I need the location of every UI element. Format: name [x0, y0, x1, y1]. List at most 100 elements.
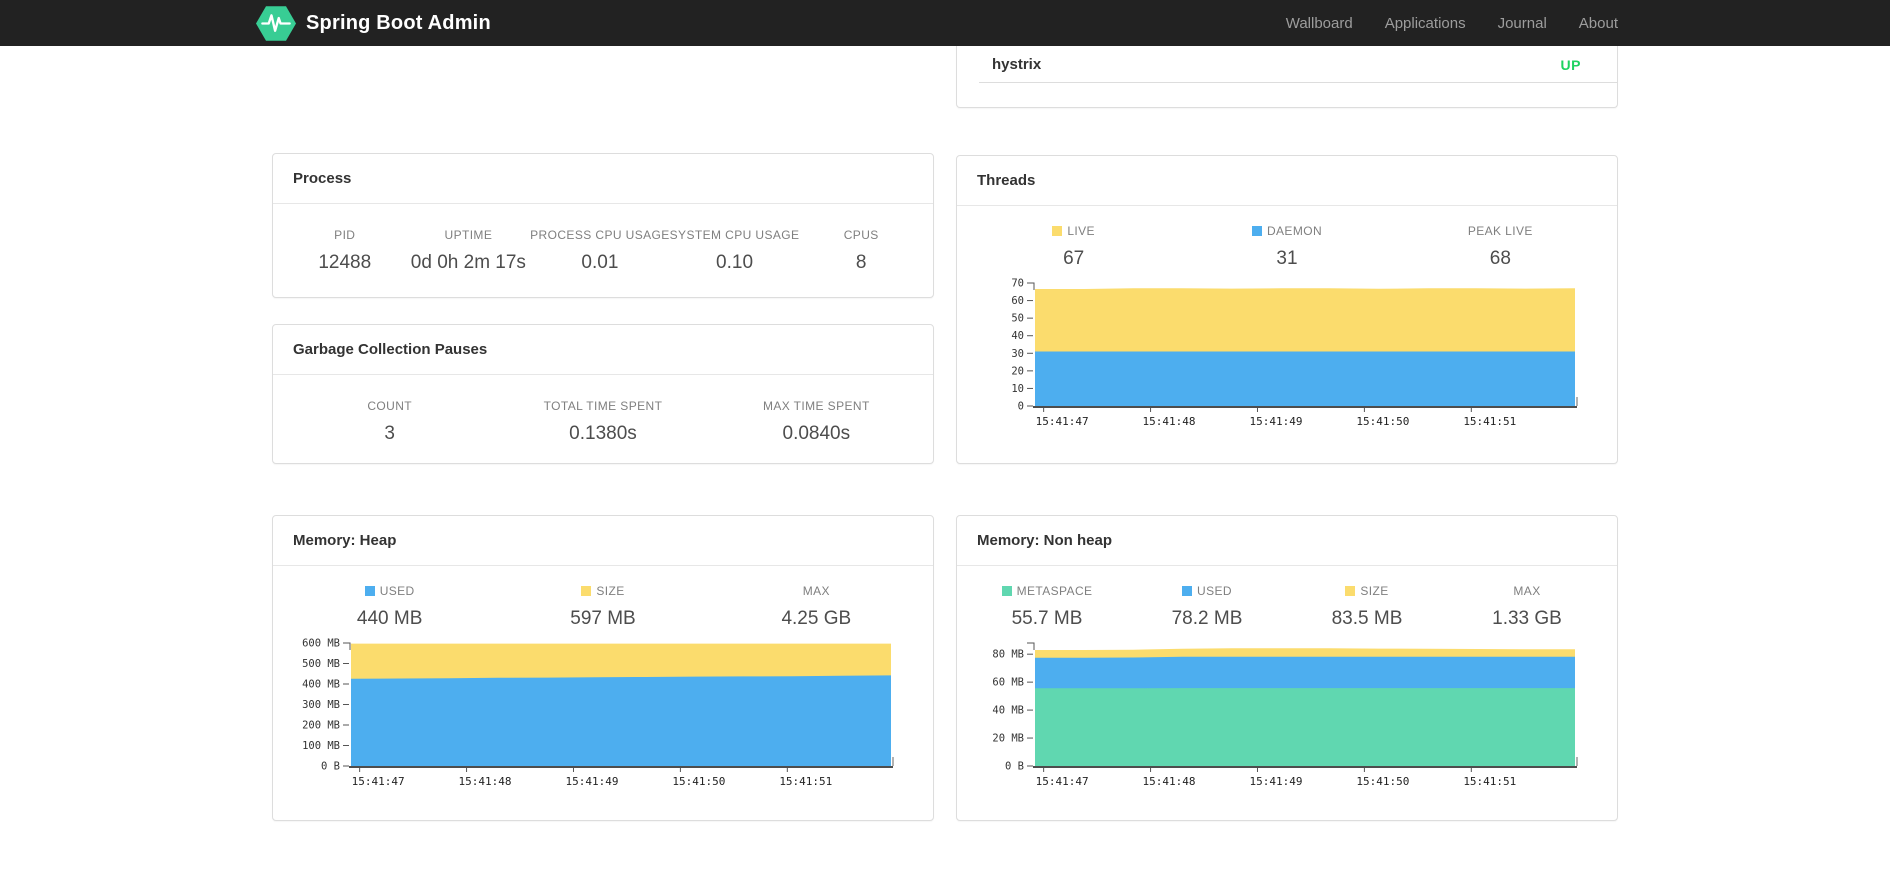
health-item-name: hystrix	[992, 56, 1042, 73]
stat-label: USED	[1197, 584, 1232, 598]
stat-value: 3	[384, 423, 395, 444]
svg-text:40: 40	[1011, 330, 1024, 342]
status-badge: UP	[1560, 56, 1581, 73]
stat-heap-size: SIZE 597 MB	[496, 584, 709, 630]
svg-text:60 MB: 60 MB	[992, 677, 1024, 689]
stat-label: CPUS	[843, 228, 879, 242]
svg-text:15:41:47: 15:41:47	[352, 775, 405, 788]
main-content: Process PID 12488 UPTIME 0d 0h 2m 17s PR…	[272, 46, 1618, 821]
size-legend-swatch	[1345, 586, 1356, 596]
stat-value: 0.10	[716, 252, 754, 273]
stat-label: SYSTEM CPU USAGE	[669, 228, 800, 242]
svg-text:0 B: 0 B	[321, 761, 340, 773]
memory-heap-panel: Memory: Heap USED 440 MB SIZE 597 MB MAX…	[272, 515, 934, 821]
stat-label: COUNT	[367, 399, 412, 413]
stat-label: LIVE	[1067, 224, 1095, 238]
size-legend-swatch	[581, 586, 592, 596]
stat-value: 67	[1063, 248, 1085, 269]
brand-title: Spring Boot Admin	[306, 11, 491, 34]
threads-panel: Threads LIVE 67 DAEMON 31 PEAK LIVE 68 7…	[956, 155, 1618, 464]
svg-text:15:41:51: 15:41:51	[1463, 775, 1516, 788]
metaspace-legend-swatch	[1001, 586, 1012, 596]
stat-value: 31	[1276, 248, 1298, 269]
memory-nonheap-panel: Memory: Non heap METASPACE 55.7 MB USED …	[956, 515, 1618, 821]
svg-text:15:41:48: 15:41:48	[1143, 415, 1196, 428]
stat-uptime: UPTIME 0d 0h 2m 17s	[407, 228, 531, 274]
stat-pid: PID 12488	[283, 228, 407, 274]
nav-item-about[interactable]: About	[1579, 15, 1618, 32]
live-legend-swatch	[1052, 226, 1063, 236]
stat-value: 0.0840s	[782, 423, 851, 444]
svg-text:60: 60	[1011, 295, 1024, 307]
process-panel: Process PID 12488 UPTIME 0d 0h 2m 17s PR…	[272, 153, 934, 298]
panel-title: Process	[273, 154, 933, 204]
panel-title: Memory: Heap	[273, 516, 933, 566]
stat-value: 55.7 MB	[1011, 608, 1083, 629]
stat-label: PROCESS CPU USAGE	[530, 228, 670, 242]
stat-value: 0d 0h 2m 17s	[410, 252, 526, 273]
stat-value: 4.25 GB	[781, 608, 852, 629]
svg-text:15:41:50: 15:41:50	[1356, 775, 1409, 788]
nav-item-journal[interactable]: Journal	[1498, 15, 1547, 32]
svg-text:70: 70	[1011, 278, 1024, 290]
stat-label: PID	[334, 228, 356, 242]
svg-text:15:41:47: 15:41:47	[1036, 775, 1089, 788]
stat-nonheap-used: USED 78.2 MB	[1127, 584, 1287, 630]
brand-link[interactable]: Spring Boot Admin	[256, 5, 491, 42]
stat-total-time-spent: TOTAL TIME SPENT 0.1380s	[496, 399, 709, 445]
svg-text:15:41:50: 15:41:50	[672, 775, 725, 788]
stat-label: UPTIME	[444, 228, 493, 242]
svg-text:20: 20	[1011, 365, 1024, 377]
svg-text:50: 50	[1011, 313, 1024, 325]
health-panel: hystrix UP	[956, 46, 1618, 108]
nav-item-applications[interactable]: Applications	[1385, 15, 1466, 32]
stat-value: 68	[1489, 248, 1511, 269]
svg-text:300 MB: 300 MB	[302, 699, 340, 711]
left-column: Process PID 12488 UPTIME 0d 0h 2m 17s PR…	[272, 153, 934, 821]
svg-text:15:41:47: 15:41:47	[1036, 415, 1089, 428]
panel-title: Garbage Collection Pauses	[273, 325, 933, 375]
garbage-collection-panel: Garbage Collection Pauses COUNT 3 TOTAL …	[272, 324, 934, 464]
stat-nonheap-max: MAX 1.33 GB	[1447, 584, 1607, 630]
used-legend-swatch	[364, 586, 375, 596]
svg-text:15:41:48: 15:41:48	[1143, 775, 1196, 788]
svg-text:15:41:51: 15:41:51	[779, 775, 832, 788]
nonheap-area-chart: 80 MB 60 MB 40 MB 20 MB 0 B 15:41:47 15:41:48 1…	[973, 638, 1601, 790]
used-legend-swatch	[1182, 586, 1193, 596]
stat-value: 0.01	[581, 252, 619, 273]
stat-label: SIZE	[1360, 584, 1389, 598]
stat-daemon: DAEMON 31	[1180, 224, 1393, 270]
stat-value: 78.2 MB	[1171, 608, 1243, 629]
panel-title: Threads	[957, 156, 1617, 206]
heap-area-chart: 600 MB 500 MB 400 MB 300 MB 200 MB 100 MB 0 B 1…	[289, 638, 917, 790]
stat-peak-live: PEAK LIVE 68	[1394, 224, 1607, 270]
stat-value: 440 MB	[356, 608, 423, 629]
svg-text:40 MB: 40 MB	[992, 705, 1024, 717]
stat-value: 8	[855, 252, 867, 273]
divider	[979, 82, 1617, 83]
stat-value: 1.33 GB	[1492, 608, 1562, 629]
nav-item-wallboard[interactable]: Wallboard	[1286, 15, 1353, 32]
process-stats: PID 12488 UPTIME 0d 0h 2m 17s PROCESS CP…	[273, 204, 933, 274]
stat-value: 0.1380s	[569, 423, 637, 444]
stat-system-cpu-usage: SYSTEM CPU USAGE 0.10	[670, 228, 800, 274]
stat-heap-used: USED 440 MB	[283, 584, 496, 630]
stat-max-time-spent: MAX TIME SPENT 0.0840s	[710, 399, 923, 445]
svg-text:15:41:49: 15:41:49	[565, 775, 618, 788]
nonheap-legend: METASPACE 55.7 MB USED 78.2 MB SIZE 83.5…	[957, 566, 1617, 630]
stat-label: MAX TIME SPENT	[762, 399, 870, 413]
svg-text:80 MB: 80 MB	[992, 649, 1024, 661]
threads-legend: LIVE 67 DAEMON 31 PEAK LIVE 68	[957, 206, 1617, 270]
svg-text:30: 30	[1011, 348, 1024, 360]
spring-boot-admin-logo-icon	[256, 5, 296, 41]
svg-text:400 MB: 400 MB	[302, 679, 340, 691]
heap-legend: USED 440 MB SIZE 597 MB MAX 4.25 GB	[273, 566, 933, 630]
stat-value: 12488	[318, 252, 372, 273]
svg-text:15:41:48: 15:41:48	[459, 775, 512, 788]
stat-metaspace: METASPACE 55.7 MB	[967, 584, 1127, 630]
svg-text:15:41:50: 15:41:50	[1356, 415, 1409, 428]
gc-stats: COUNT 3 TOTAL TIME SPENT 0.1380s MAX TIM…	[273, 375, 933, 445]
stat-label: METASPACE	[1016, 584, 1093, 598]
stat-label: MAX	[1513, 584, 1541, 598]
main-nav: Wallboard Applications Journal About	[1286, 15, 1618, 32]
